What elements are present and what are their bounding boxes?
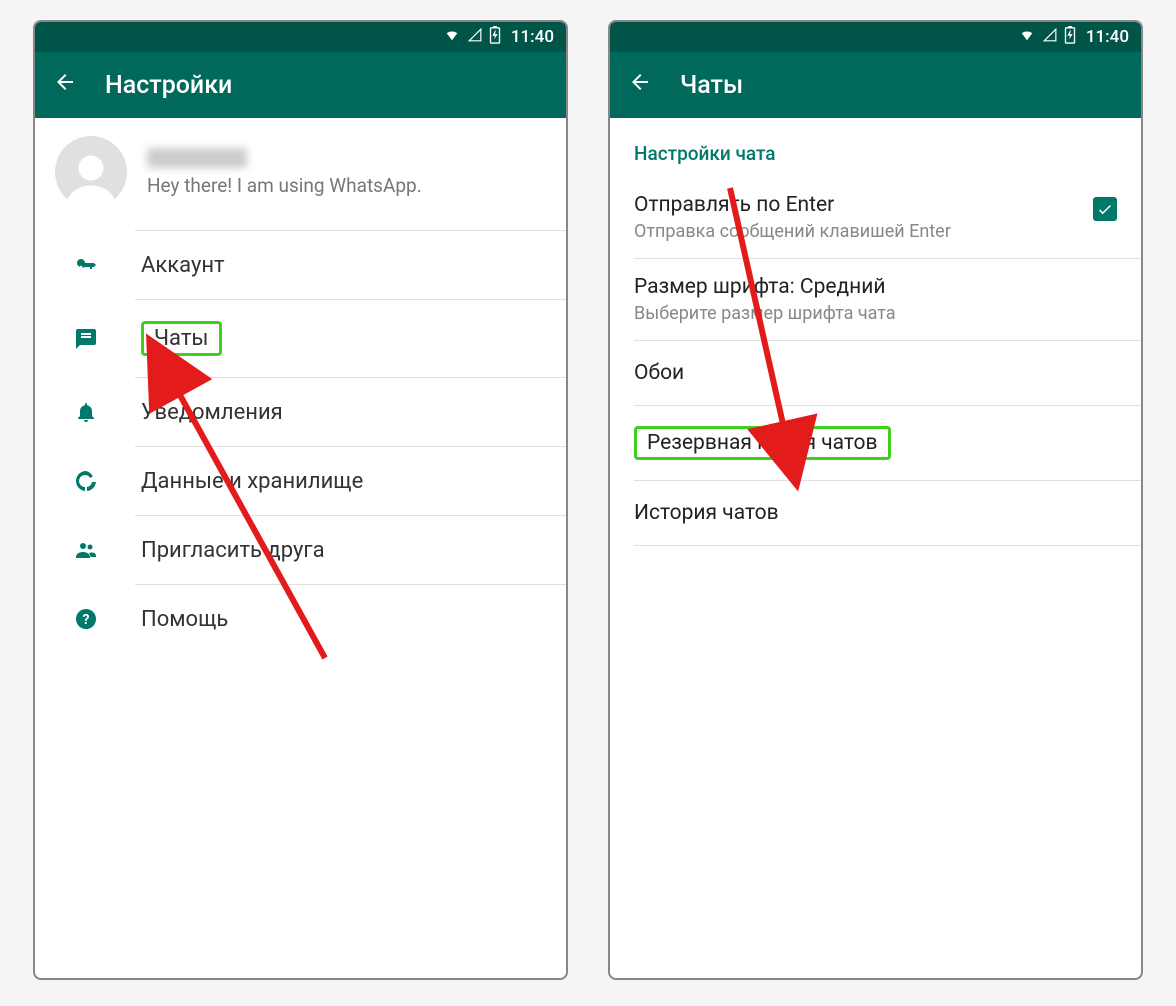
battery-icon — [489, 26, 501, 49]
setting-primary: Отправлять по Enter — [634, 193, 951, 217]
menu-item-account[interactable]: Аккаунт — [35, 231, 566, 299]
menu-label: Пригласить друга — [141, 538, 325, 563]
back-arrow-icon[interactable] — [53, 70, 77, 101]
checkbox-checked-icon[interactable] — [1093, 197, 1117, 221]
setting-chat-history[interactable]: История чатов — [610, 481, 1141, 545]
page-title: Настройки — [105, 71, 232, 100]
profile-row[interactable]: Hey there! I am using WhatsApp. — [35, 118, 566, 230]
setting-font-size[interactable]: Размер шрифта: Средний Выберите размер ш… — [610, 259, 1141, 340]
setting-wallpaper[interactable]: Обои — [610, 341, 1141, 405]
setting-secondary: Отправка сообщений клавишей Enter — [634, 221, 951, 242]
clock-time: 11:40 — [1086, 27, 1129, 47]
menu-label: Данные и хранилище — [141, 469, 363, 494]
menu-item-chats[interactable]: Чаты — [35, 300, 566, 377]
setting-label-highlighted: Резервная копия чатов — [634, 426, 891, 460]
app-bar: Настройки — [35, 52, 566, 118]
chat-icon — [73, 326, 99, 352]
menu-item-notifications[interactable]: Уведомления — [35, 378, 566, 446]
menu-item-help[interactable]: ? Помощь — [35, 585, 566, 653]
status-bar: 11:40 — [610, 22, 1141, 52]
menu-label-highlighted: Чаты — [141, 321, 222, 356]
setting-secondary: Выберите размер шрифта чата — [634, 303, 896, 324]
data-usage-icon — [73, 468, 99, 494]
profile-status: Hey there! I am using WhatsApp. — [147, 174, 422, 197]
avatar — [55, 136, 127, 208]
menu-label: Аккаунт — [141, 253, 225, 278]
divider — [634, 545, 1141, 546]
status-bar: 11:40 — [35, 22, 566, 52]
key-icon — [73, 252, 99, 278]
setting-label: История чатов — [634, 501, 779, 525]
chats-settings-screen: 11:40 Чаты Настройки чата Отправлять по … — [608, 20, 1143, 980]
settings-screen: 11:40 Настройки Hey there! I am using Wh… — [33, 20, 568, 980]
profile-name-blurred — [147, 148, 247, 168]
menu-label: Помощь — [141, 607, 228, 632]
people-icon — [73, 537, 99, 563]
wifi-icon — [1018, 27, 1036, 47]
setting-enter-to-send[interactable]: Отправлять по Enter Отправка сообщений к… — [610, 177, 1141, 258]
menu-label: Уведомления — [141, 400, 283, 425]
signal-icon — [1042, 27, 1058, 47]
section-header: Настройки чата — [610, 118, 1141, 177]
svg-text:?: ? — [83, 612, 90, 628]
back-arrow-icon[interactable] — [628, 70, 652, 101]
menu-item-data-storage[interactable]: Данные и хранилище — [35, 447, 566, 515]
signal-icon — [467, 27, 483, 47]
menu-item-invite[interactable]: Пригласить друга — [35, 516, 566, 584]
page-title: Чаты — [680, 71, 743, 100]
setting-label: Обои — [634, 361, 684, 385]
wifi-icon — [443, 27, 461, 47]
setting-primary: Размер шрифта: Средний — [634, 275, 896, 299]
bell-icon — [73, 399, 99, 425]
battery-icon — [1064, 26, 1076, 49]
clock-time: 11:40 — [511, 27, 554, 47]
help-icon: ? — [73, 606, 99, 632]
setting-chat-backup[interactable]: Резервная копия чатов — [610, 406, 1141, 480]
app-bar: Чаты — [610, 52, 1141, 118]
